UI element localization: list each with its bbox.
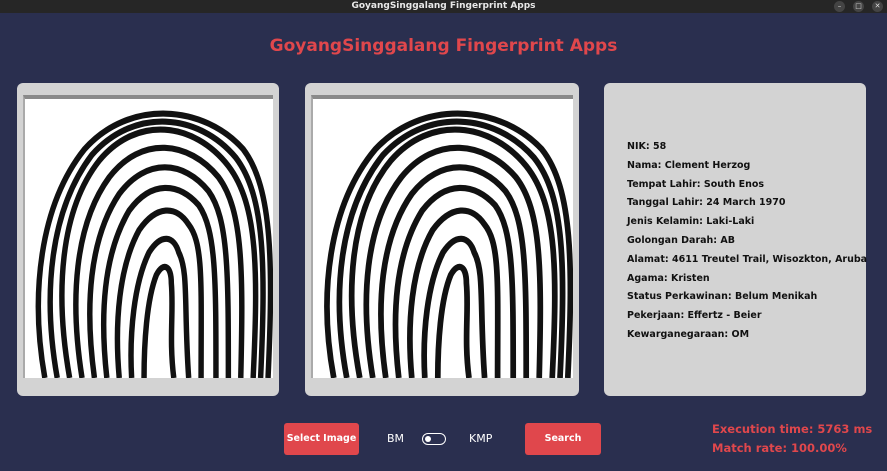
maximize-icon[interactable]: □ [853, 1, 864, 12]
algo-bm-label: BM [387, 432, 405, 445]
info-jenis-kelamin: Jenis Kelamin: Laki-Laki [627, 216, 755, 228]
execution-time: Execution time: 5763 ms [712, 422, 873, 436]
fingerprint-icon [324, 110, 573, 378]
info-tempat-lahir: Tempat Lahir: South Enos [627, 178, 765, 190]
search-button[interactable]: Search [525, 423, 601, 455]
algo-kmp-label: KMP [469, 432, 493, 445]
info-golongan-darah: Golongan Darah: AB [627, 234, 736, 246]
input-fingerprint-panel [17, 83, 279, 396]
window-title: GoyangSinggalang Fingerprint Apps [351, 1, 536, 11]
input-fingerprint-image [23, 95, 273, 378]
biodata-list: NIK: 58 Nama: Clement Herzog Tempat Lahi… [627, 138, 867, 345]
minimize-icon[interactable]: – [834, 1, 845, 12]
result-stats: Execution time: 5763 ms Match rate: 100.… [712, 420, 872, 458]
info-status-perkawinan: Status Perkawinan: Belum Menikah [627, 291, 818, 303]
info-pekerjaan: Pekerjaan: Effertz - Beier [627, 310, 762, 322]
app-heading: GoyangSinggalang Fingerprint Apps [269, 36, 618, 56]
biodata-panel: NIK: 58 Nama: Clement Herzog Tempat Lahi… [604, 83, 867, 396]
algorithm-toggle[interactable] [422, 433, 446, 445]
window-titlebar: GoyangSinggalang Fingerprint Apps – □ ✕ [0, 0, 887, 13]
info-kewarganegaraan: Kewarganegaraan: OM [627, 328, 750, 340]
info-agama: Agama: Kristen [627, 272, 710, 284]
info-nik: NIK: 58 [627, 141, 667, 152]
info-nama: Nama: Clement Herzog [627, 159, 751, 171]
select-image-button[interactable]: Select Image [284, 423, 359, 455]
matched-fingerprint-image [311, 95, 573, 378]
fingerprint-icon [35, 110, 273, 378]
close-icon[interactable]: ✕ [872, 1, 883, 12]
matched-fingerprint-panel [305, 83, 579, 396]
toggle-knob [425, 435, 431, 442]
info-alamat: Alamat: 4611 Treutel Trail, Wisozkton, A… [627, 253, 868, 265]
match-rate: Match rate: 100.00% [712, 441, 847, 455]
info-tanggal-lahir: Tanggal Lahir: 24 March 1970 [627, 197, 786, 209]
